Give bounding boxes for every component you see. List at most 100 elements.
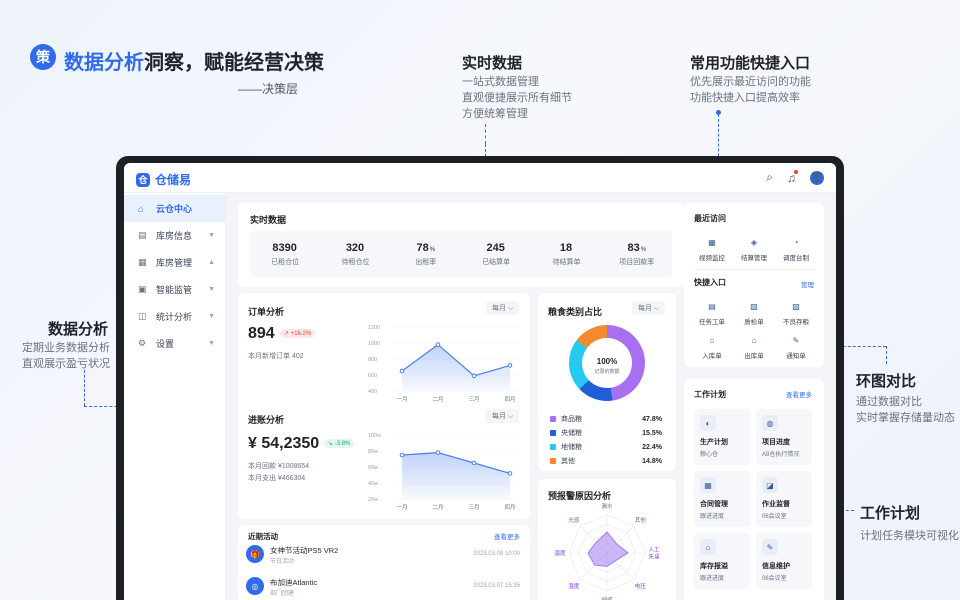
radar-chart: 漏水其他人工失误电压烟感 湿度 温度 光感 (554, 502, 660, 600)
quick-item-label: 质检单 (744, 319, 764, 326)
sidebar: ⌂ 云仓中心 ▤ 库房信息 ▼ ▦ 库房管理 ▲ ▣ 智能监管 ▼ ◫ 统计分析 ▼ ⚙ 设置 ▼ (124, 193, 226, 600)
recent-item-label: 视频监控 (699, 255, 725, 262)
hero-title-rest: 洞察，赋能经营决策 (144, 52, 324, 74)
avatar[interactable]: 策 (810, 170, 824, 185)
recent-item-label: 调度台制 (783, 255, 809, 262)
task-order-icon: ▤ (708, 301, 716, 311)
recent-item[interactable]: ◈ 结算管理 (732, 235, 776, 263)
x-tick-label: 四月 (504, 504, 515, 511)
stat-cell: 78% 出租率 (391, 231, 461, 277)
radar-axis-label: 湿度 (568, 582, 580, 590)
legend-item: 其他 14.8% (550, 455, 662, 467)
income-chart: 100w 80w 60w 40w 20w 一月 二月 三月 四月 (368, 433, 518, 511)
stat-label: 待结算单 (552, 258, 581, 266)
plan-more-link[interactable]: 查看更多 (786, 389, 812, 399)
stat-number: 78 (416, 241, 429, 254)
connector-line (886, 346, 887, 364)
series-area (402, 344, 510, 391)
plan-item-sub: 跟进进度 (700, 576, 725, 582)
settlement-icon: ◈ (750, 237, 758, 247)
donut-period-select[interactable]: 每月 ⌵ (632, 301, 666, 315)
radar-axis-label: 电压 (635, 582, 647, 590)
income-value: ¥ 54,2350 (248, 435, 320, 452)
orders-change-badge: ↗ +16.2% (280, 329, 316, 338)
sidebar-item-settings[interactable]: ⚙ 设置 ▼ (124, 330, 225, 357)
analysis-card: 订单分析 每月 ⌵ 894 ↗ +16.2% 本月新增订单 402 1200 10… (238, 293, 530, 519)
activity-more-link[interactable]: 查看更多 (494, 531, 520, 541)
recent-item[interactable]: ▦ 视频监控 (690, 235, 734, 263)
data-point (507, 363, 513, 368)
stat-label: 出租率 (415, 258, 437, 266)
recent-item-label: 结算管理 (741, 255, 767, 262)
quick-item[interactable]: ⌂ 入库单 (690, 333, 734, 361)
sidebar-item-warehouse-manage[interactable]: ▦ 库房管理 ▲ (124, 249, 225, 276)
plan-item[interactable]: ✎ 信息维护 06会议室 (756, 533, 812, 589)
top-actions: ⌕ ♫ 策 (766, 169, 824, 185)
plan-item[interactable]: ▦ 合同管理 跟进进度 (694, 471, 750, 527)
x-tick-label: 三月 (468, 396, 479, 403)
plan-item[interactable]: ⌂ 库存报溢 跟进进度 (694, 533, 750, 589)
sidebar-item-cloud-center[interactable]: ⌂ 云仓中心 (124, 195, 225, 222)
hero-subtitle: ——决策层 (238, 82, 299, 96)
activity-item[interactable]: ◎ 布加迪Atlantic 部门团建 2023.03.07 15:35 (246, 575, 520, 599)
annotation-line: 通过数据对比 (856, 396, 922, 408)
stat-value: 8390 (272, 242, 297, 254)
legend-swatch (550, 416, 556, 422)
legend-label: 其他 (561, 458, 575, 465)
stat-value: 78% (417, 242, 436, 254)
sidebar-item-label: 智能监管 (156, 285, 193, 295)
annotation-line: 定期业务数据分析 (22, 342, 110, 354)
app-logo[interactable]: 仓 仓储易 (136, 171, 191, 188)
recent-item[interactable]: ◔ 调度台制 (774, 235, 818, 263)
logo-mark: 仓 (136, 172, 150, 187)
bad-grain-icon: ▨ (792, 301, 800, 311)
y-tick-label: 1000 (368, 341, 380, 347)
sidebar-item-warehouse-info[interactable]: ▤ 库房信息 ▼ (124, 222, 225, 249)
sidebar-item-statistics[interactable]: ◫ 统计分析 ▼ (124, 303, 225, 330)
plan-title: 工作计划 (694, 390, 726, 399)
annotation-shortcut-title: 常用功能快捷入口 (690, 55, 811, 72)
plan-item[interactable]: ◐ 生产计划 粮心仓 (694, 409, 750, 465)
activity-item[interactable]: 🎁 女神节活动PS5 VR2 节日活动 2023.03.08 10:00 (246, 543, 520, 567)
realtime-card: 实时数据 8390 已租仓位 320 待租仓位 78% 出租率 245 已结算单 18 待… (238, 203, 684, 287)
chevron-down-icon: ▼ (208, 340, 215, 347)
stat-value: 18 (560, 242, 573, 254)
hero-badge: 策 (30, 44, 56, 70)
bell-icon[interactable]: ♫ (787, 169, 798, 185)
legend-item: 地储粮 22.4% (550, 441, 662, 453)
quick-item[interactable]: ▨ 不良存粮 (774, 299, 818, 327)
monitor-icon: ▣ (138, 284, 147, 294)
shortcut-card: 最近访问 ▦ 视频监控 ◈ 结算管理 ◔ 调度台制 快捷入口 管理 ▤ 任务工单 ▧ 质检… (684, 203, 824, 367)
stat-cell: 245 已结算单 (461, 231, 531, 277)
quick-item[interactable]: ✎ 通知单 (774, 333, 818, 361)
income-period-select[interactable]: 每月 ⌵ (486, 409, 520, 423)
chevron-down-icon: ▼ (208, 232, 215, 239)
orders-title: 订单分析 (248, 307, 285, 317)
legend-label: 央储粮 (561, 430, 582, 437)
activity-item-sub: 部门团建 (270, 591, 295, 597)
plan-item[interactable]: ◪ 作业监督 06会议室 (756, 471, 812, 527)
quick-manage-link[interactable]: 管理 (801, 279, 814, 289)
search-icon[interactable]: ⌕ (766, 170, 773, 185)
radar-axis-label: 其他 (635, 516, 647, 524)
plan-item[interactable]: ◍ 项目进度 A8仓执行情况 (756, 409, 812, 465)
plan-item-sub: 06会议室 (762, 576, 787, 582)
quick-item[interactable]: ▤ 任务工单 (690, 299, 734, 327)
data-point (471, 460, 477, 466)
sidebar-item-smart-monitor[interactable]: ▣ 智能监管 ▼ (124, 276, 225, 303)
stat-value: 245 (486, 242, 505, 254)
activity-card: 近期活动 查看更多 🎁 女神节活动PS5 VR2 节日活动 2023.03.08… (238, 525, 530, 600)
sidebar-item-label: 设置 (156, 339, 175, 349)
document-icon: ▤ (138, 230, 147, 240)
quick-title: 快捷入口 (694, 278, 726, 287)
stat-value: 320 (346, 242, 365, 254)
stat-number: 18 (559, 241, 573, 254)
quick-item[interactable]: ▧ 质检单 (732, 299, 776, 327)
y-tick-label: 40w (368, 481, 378, 487)
y-tick-label: 100w (368, 433, 381, 439)
data-point (507, 471, 513, 476)
annotation-donut-title: 环图对比 (856, 373, 917, 390)
orders-period-select[interactable]: 每月 ⌵ (486, 301, 520, 315)
legend-value: 47.8% (642, 415, 662, 423)
quick-item[interactable]: ⌂ 出库单 (732, 333, 776, 361)
